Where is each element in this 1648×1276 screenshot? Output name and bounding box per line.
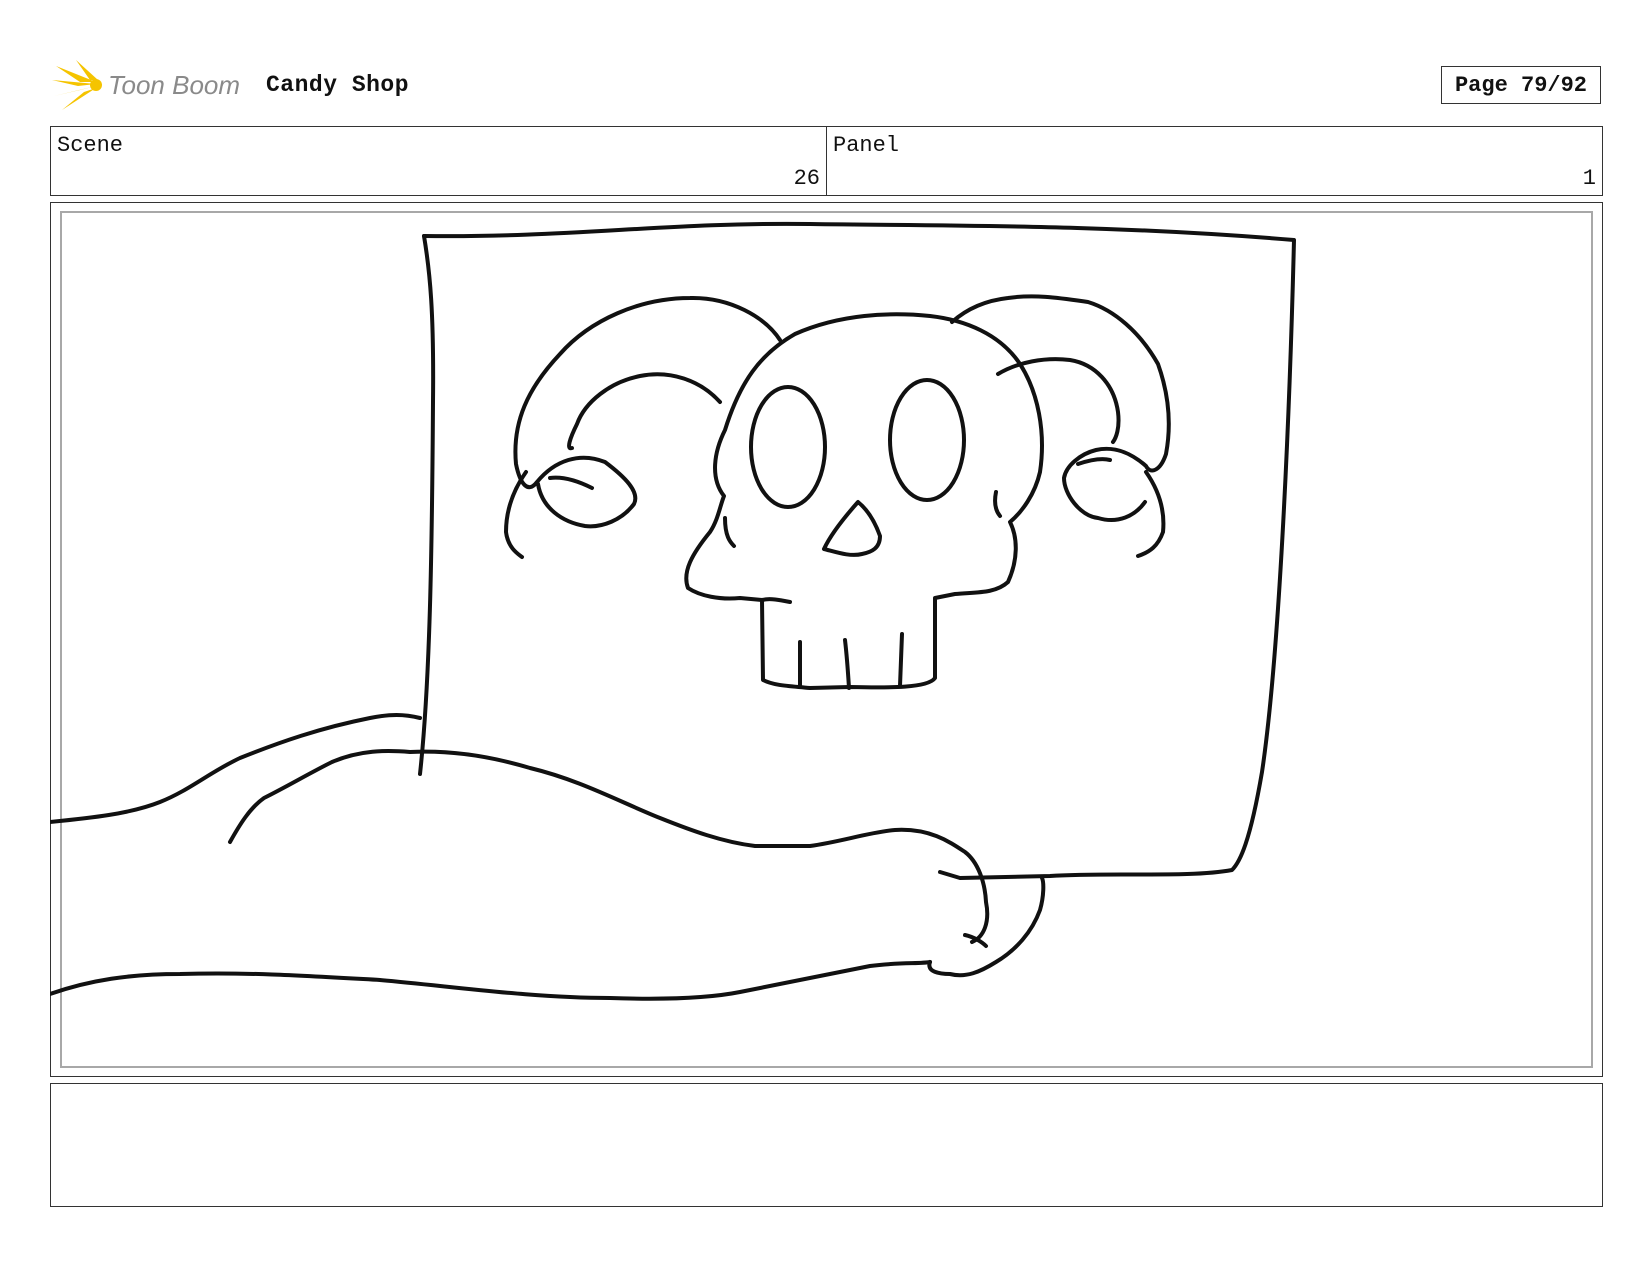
right-horn [950,294,1171,522]
logo-text: Toon Boom [108,70,240,100]
skull [684,312,1044,690]
skull-tooth-2 [843,638,851,690]
scene-number: 26 [793,166,820,191]
hand-knuckle [963,933,988,948]
hand-back [228,749,990,944]
panel-label: Panel [833,133,900,158]
notes-area [50,1083,1603,1207]
panel-cell: Panel 1 [827,127,1602,195]
left-horn-inner [567,372,722,451]
right-horn-curl [1136,470,1166,558]
left-horn [513,295,782,529]
arm-lower-edge [50,960,932,1001]
toon-boom-logo: Toon Boom [52,60,240,110]
sign-board [422,221,1296,880]
storyboard-drawing [50,221,1296,1001]
skull-right-cheek [993,490,1002,518]
skull-nose [822,500,882,557]
right-horn-inner [996,357,1121,444]
scene-cell: Scene 26 [51,127,827,195]
skull-right-eye [888,378,966,502]
panel-number: 1 [1582,166,1596,191]
sign-board-left-edge [418,234,436,776]
arm-upper-edge [50,713,422,824]
right-horn-tip [1076,457,1112,466]
skull-left-eye [749,385,827,509]
skull-jaw-line [760,597,792,604]
skull-left-cheek [723,516,736,548]
page-number: Page 79/92 [1441,66,1601,104]
skull-tooth-3 [898,632,904,688]
project-title: Candy Shop [266,72,410,98]
scene-panel-info: Scene 26 Panel 1 [50,126,1603,196]
left-horn-tip [548,475,594,490]
scene-label: Scene [57,133,124,158]
